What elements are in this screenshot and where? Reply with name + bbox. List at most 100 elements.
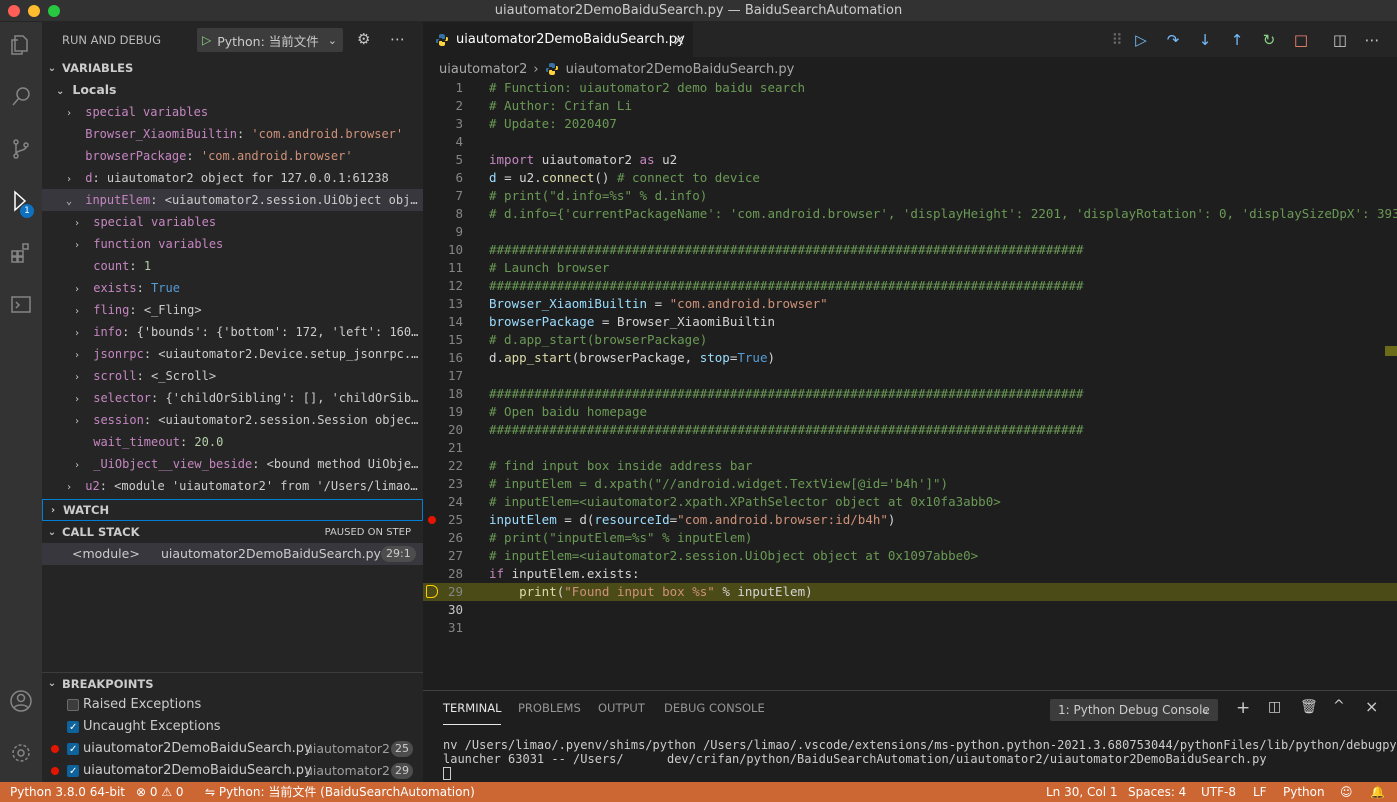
call-stack-header[interactable]: ⌄ CALL STACK PAUSED ON STEP	[42, 521, 423, 543]
notifications-bell-icon[interactable]: 🔔	[1370, 782, 1385, 802]
split-terminal-icon[interactable]: ◫	[1268, 699, 1281, 715]
source-control-icon[interactable]	[0, 128, 42, 170]
terminal-select[interactable]: 1: Python Debug Console ⌄	[1050, 699, 1218, 721]
code-line[interactable]: 8 # d.info={'currentPackageName': 'com.an…	[423, 205, 1397, 223]
tab-debug-console[interactable]: DEBUG CONSOLE	[664, 701, 765, 725]
chevron-right-icon[interactable]: ›	[66, 169, 78, 189]
close-tab-icon[interactable]: ×	[672, 31, 685, 49]
chevron-right-icon[interactable]: ›	[74, 455, 86, 475]
step-out-icon[interactable]: ↑	[1226, 29, 1248, 51]
chevron-right-icon[interactable]: ›	[74, 389, 86, 409]
breadcrumb-file[interactable]: uiautomator2DemoBaiduSearch.py	[566, 62, 795, 77]
close-window-button[interactable]	[8, 5, 20, 17]
code-line[interactable]: 30	[423, 601, 1397, 619]
feedback-icon[interactable]: ☺	[1340, 782, 1353, 802]
debug-config-status[interactable]: ⇋ Python: 当前文件 (BaiduSearchAutomation)	[205, 782, 475, 802]
chevron-right-icon[interactable]: ›	[74, 345, 86, 365]
editor-more-icon[interactable]: ⋯	[1361, 29, 1383, 51]
variable-row[interactable]: › info: {'bounds': {'bottom': 172, 'left…	[42, 321, 423, 343]
code-line[interactable]: 28 if inputElem.exists:	[423, 565, 1397, 583]
variables-header[interactable]: ⌄ VARIABLES	[42, 57, 423, 79]
code-line[interactable]: 27 # inputElem=<uiautomator2.session.UiOb…	[423, 547, 1397, 565]
variable-row[interactable]: › scroll: <_Scroll>	[42, 365, 423, 387]
variable-row[interactable]: › jsonrpc: <uiautomator2.Device.setup_js…	[42, 343, 423, 365]
code-line[interactable]: 1 # Function: uiautomator2 demo baidu sea…	[423, 79, 1397, 97]
breakpoint-item[interactable]: uiautomator2DemoBaiduSearch.pyuiautomato…	[42, 738, 423, 761]
interpreter-status[interactable]: Python 3.8.0 64-bit	[10, 782, 125, 802]
breakpoint-checkbox[interactable]	[67, 699, 79, 711]
variable-row[interactable]: › special variables	[42, 101, 423, 123]
indentation-status[interactable]: Spaces: 4	[1128, 782, 1186, 802]
settings-gear-icon[interactable]: ⚙	[357, 30, 370, 48]
breakpoint-item[interactable]: uiautomator2DemoBaiduSearch.pyuiautomato…	[42, 760, 423, 783]
code-line[interactable]: 7 # print("d.info=%s" % d.info)	[423, 187, 1397, 205]
launch-config-select[interactable]: ▷ Python: 当前文件 ⌄	[197, 28, 343, 52]
chevron-right-icon[interactable]: ›	[66, 103, 78, 123]
code-line[interactable]: 9	[423, 223, 1397, 241]
chevron-down-icon[interactable]: ⌄	[66, 191, 78, 211]
more-actions-icon[interactable]: ⋯	[390, 30, 405, 48]
split-editor-icon[interactable]: ◫	[1329, 29, 1351, 51]
encoding-status[interactable]: UTF-8	[1201, 782, 1236, 802]
code-line[interactable]: 23 # inputElem = d.xpath("//android.widge…	[423, 475, 1397, 493]
account-icon[interactable]	[0, 680, 42, 722]
explorer-icon[interactable]	[0, 24, 42, 66]
variable-row[interactable]: › d: uiautomator2 object for 127.0.0.1:6…	[42, 167, 423, 189]
breakpoints-header[interactable]: ⌄ BREAKPOINTS	[42, 672, 423, 694]
code-line[interactable]: 22 # find input box inside address bar	[423, 457, 1397, 475]
code-line[interactable]: 2 # Author: Crifan Li	[423, 97, 1397, 115]
start-debug-icon[interactable]: ▷	[202, 33, 211, 47]
variable-row[interactable]: browserPackage: 'com.android.browser'	[42, 145, 423, 167]
tab-terminal[interactable]: TERMINAL	[443, 701, 502, 725]
code-line[interactable]: 6 d = u2.connect() # connect to device	[423, 169, 1397, 187]
chevron-right-icon[interactable]: ›	[74, 279, 86, 299]
variable-row[interactable]: › selector: {'childOrSibling': [], 'chil…	[42, 387, 423, 409]
code-line[interactable]: 3 # Update: 2020407	[423, 115, 1397, 133]
eol-status[interactable]: LF	[1253, 782, 1267, 802]
chevron-right-icon[interactable]: ›	[74, 411, 86, 431]
manage-gear-icon[interactable]	[0, 732, 42, 774]
code-line[interactable]: 25 inputElem = d(resourceId="com.android.…	[423, 511, 1397, 529]
code-line[interactable]: 19 # Open baidu homepage	[423, 403, 1397, 421]
code-line[interactable]: 17	[423, 367, 1397, 385]
code-line[interactable]: 12 ######################################…	[423, 277, 1397, 295]
step-into-icon[interactable]: ↓	[1194, 29, 1216, 51]
cursor-position[interactable]: Ln 30, Col 1	[1046, 782, 1118, 802]
variable-row[interactable]: › function variables	[42, 233, 423, 255]
tab-problems[interactable]: PROBLEMS	[518, 701, 581, 725]
tab-output[interactable]: OUTPUT	[598, 701, 645, 725]
watch-header[interactable]: › WATCH	[42, 499, 423, 521]
chevron-right-icon[interactable]: ›	[74, 301, 86, 321]
code-line[interactable]: 10 ######################################…	[423, 241, 1397, 259]
variable-row[interactable]: › fling: <_Fling>	[42, 299, 423, 321]
call-stack-frame[interactable]: <module> uiautomator2DemoBaiduSearch.py …	[42, 543, 423, 565]
minimize-window-button[interactable]	[28, 5, 40, 17]
breakpoint-item[interactable]: Uncaught Exceptions	[42, 716, 423, 739]
code-line[interactable]: 21	[423, 439, 1397, 457]
breakpoint-checkbox[interactable]	[67, 717, 79, 739]
breadcrumb-folder[interactable]: uiautomator2	[439, 62, 527, 77]
variable-row[interactable]: wait_timeout: 20.0	[42, 431, 423, 453]
chevron-right-icon[interactable]: ›	[74, 235, 86, 255]
problems-status[interactable]: ⊗ 0 ⚠ 0	[136, 782, 184, 802]
chevron-right-icon[interactable]: ›	[74, 367, 86, 387]
code-line[interactable]: 11 # Launch browser	[423, 259, 1397, 277]
code-line[interactable]: 18 ######################################…	[423, 385, 1397, 403]
variable-row[interactable]: Browser_XiaomiBuiltin: 'com.android.brow…	[42, 123, 423, 145]
locals-scope[interactable]: ⌄ Locals	[42, 79, 423, 101]
variable-row[interactable]: count: 1	[42, 255, 423, 277]
code-line[interactable]: 4	[423, 133, 1397, 151]
search-icon[interactable]	[0, 76, 42, 118]
code-line[interactable]: 15 # d.app_start(browserPackage)	[423, 331, 1397, 349]
chevron-right-icon[interactable]: ›	[66, 477, 78, 497]
tab-editor-file[interactable]: uiautomator2DemoBaiduSearch.py ×	[423, 22, 693, 57]
code-line[interactable]: 14 browserPackage = Browser_XiaomiBuiltin	[423, 313, 1397, 331]
chevron-right-icon[interactable]: ›	[74, 323, 86, 343]
breakpoint-dot-icon[interactable]	[428, 516, 436, 524]
breakpoint-checkbox[interactable]	[67, 761, 79, 783]
step-over-icon[interactable]: ↷	[1162, 29, 1184, 51]
maximize-panel-icon[interactable]: ^	[1333, 698, 1345, 714]
new-terminal-icon[interactable]: +	[1236, 698, 1250, 718]
run-debug-icon[interactable]: 1	[0, 180, 42, 222]
maximize-window-button[interactable]	[48, 5, 60, 17]
